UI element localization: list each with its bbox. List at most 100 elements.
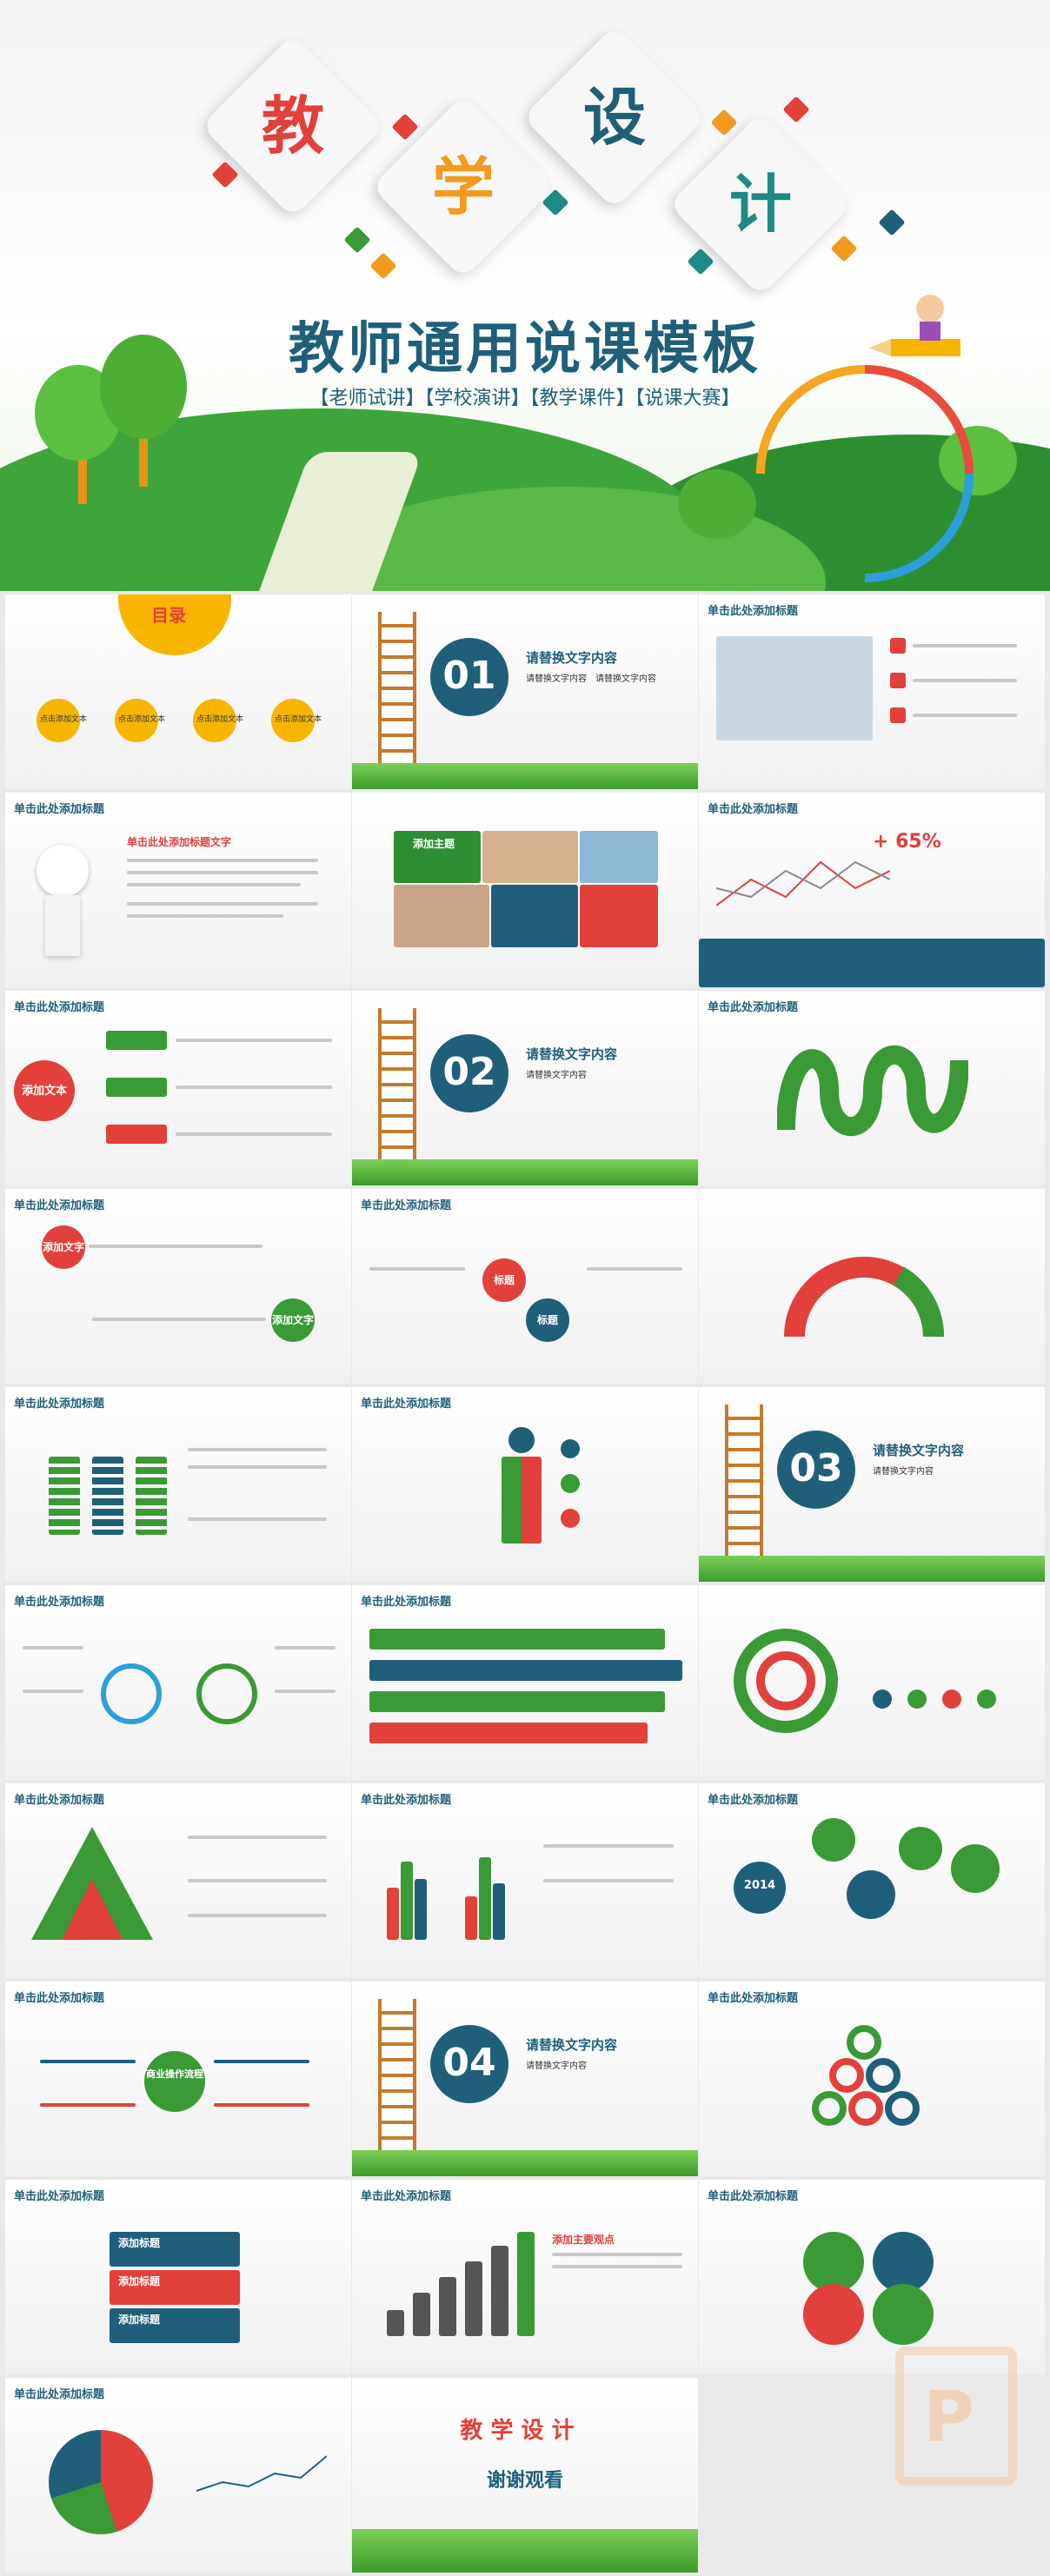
list-icon [890,673,906,688]
slide-header: 单击此处添加标题 [361,1199,452,1212]
slide-header: 单击此处添加标题 [14,1794,105,1807]
add-title-text: 单击此处添加标题文字 [127,836,232,848]
ladder-icon [378,1999,416,2164]
slide-header: 单击此处添加标题 [708,1794,799,1807]
slide-semi-donut[interactable] [699,1189,1045,1384]
bike-wheel [196,1663,257,1724]
toc-item: 点击添加文本 [40,715,88,724]
slide-bar-icons[interactable]: 单击此处添加标题 [5,1387,351,1582]
slide-toc[interactable]: 目录 点击添加文本 点击添加文本 点击添加文本 点击添加文本 [5,594,351,789]
slide-illustration-list[interactable]: 单击此处添加标题 [699,594,1045,789]
thanks-text: 谢谢观看 [486,2470,563,2492]
grass-strip [699,1556,1045,1582]
slide-section-03[interactable]: 03 请替换文字内容 请替换文字内容 [699,1387,1045,1582]
grass-strip [352,763,698,789]
ladder-icon [725,1404,763,1570]
title-char-2: 学 [431,150,495,223]
photo-placeholder [580,831,658,883]
slide-ring-cluster[interactable]: 单击此处添加标题 [699,1982,1045,2176]
slide-center-boxes[interactable]: 单击此处添加标题 添加标题 添加标题 添加标题 [5,2180,351,2374]
flow-center: 商业操作流程 [146,2068,203,2080]
title-char-4: 计 [728,168,792,241]
cycle-title: 标题 [536,1314,558,1326]
slide-growth-bars[interactable]: 单击此处添加标题 添加主要观点 [352,2180,698,2374]
slide-pyramid[interactable]: 单击此处添加标题 [5,1783,351,1978]
toc-item: 点击添加文本 [275,715,322,724]
cycle-title: 标题 [493,1274,515,1286]
section-sub: 请替换文字内容 [873,1467,934,1477]
slide-header: 单击此处添加标题 [14,1001,105,1014]
deco-square [878,209,906,236]
deco-square [343,226,371,254]
bush-icon [678,469,756,539]
person-head [508,1427,535,1453]
slide-flow[interactable]: 单击此处添加标题 商业操作流程 [5,1982,351,2176]
bike-wheel [101,1663,162,1724]
slide-line-chart[interactable]: 单击此处添加标题 + 65% [699,793,1045,987]
figure-body [45,895,80,956]
slide-header: 单击此处添加标题 [14,2388,105,2401]
section-number: 02 [442,1050,496,1094]
section-number: 03 [789,1446,843,1490]
slide-donut-icons[interactable] [699,1585,1045,1780]
slide-thanks[interactable]: 教 学 设 计 谢谢观看 [352,2378,698,2573]
slide-quadrant[interactable]: 单击此处添加标题 [699,2180,1045,2374]
slide-bubbles[interactable]: 单击此处添加标题 2014 [699,1783,1045,1978]
figure-icon [37,845,89,897]
slide-header: 单击此处添加标题 [14,1992,105,2005]
ladder-icon [378,612,416,777]
title-char-3: 设 [582,81,646,154]
subtitle-tags: 【老师试讲】【学校演讲】【教学课件】【说课大赛】 [309,388,741,409]
growth-percent: + 65% [873,831,941,853]
slide-cycle[interactable]: 单击此处添加标题 标题 标题 [352,1189,698,1384]
slide-person-chart[interactable]: 单击此处添加标题 [352,1387,698,1582]
slide-section-04[interactable]: 04 请替换文字内容 请替换文字内容 [352,1982,698,2176]
deco-square [710,109,738,136]
slide-section-01[interactable]: 01 请替换文字内容 请替换文字内容 请替换文字内容 [352,594,698,789]
add-text-label: 添加文字 [271,1314,314,1326]
zigzag-graphic [777,1045,968,1137]
person-body [502,1457,542,1544]
slide-section-02[interactable]: 02 请替换文字内容 请替换文字内容 [352,991,698,1185]
section-title: 请替换文字内容 [526,650,618,666]
photo-placeholder [482,831,578,883]
slide-timeline-text[interactable]: 单击此处添加标题 添加文字 添加文字 [5,1189,351,1384]
slide-header: 单击此处添加标题 [14,1199,105,1212]
slide-arrow-bars[interactable]: 单击此处添加标题 [352,1585,698,1780]
slide-header: 单击此处添加标题 [361,1794,452,1807]
footer-band [699,939,1045,987]
list-icon [890,707,906,723]
semi-donut-graphic [784,1257,945,1338]
slide-header: 单击此处添加标题 [361,2190,452,2203]
title-slide: 教 学 设 计 教师通用说课模板 【老师试讲】【学校演讲】【教学课件】【说课大赛… [0,0,1050,591]
add-text-label: 添加文本 [21,1085,67,1098]
slide-header: 单击此处添加标题 [14,1596,105,1609]
section-number: 01 [442,654,496,698]
slide-add-text-list[interactable]: 单击此处添加标题 添加文本 [5,991,351,1185]
add-text-label: 添加文字 [42,1241,84,1253]
slide-figure-text[interactable]: 单击此处添加标题 单击此处添加标题文字 [5,793,351,987]
slide-header: 单击此处添加标题 [708,605,799,618]
text-box [491,885,578,947]
slide-header: 单击此处添加标题 [361,1398,452,1411]
illustration-placeholder [716,636,873,740]
slide-zigzag[interactable]: 单击此处添加标题 [699,991,1045,1185]
section-title: 请替换文字内容 [873,1443,965,1458]
ladder-icon [378,1008,416,1173]
main-title: 教师通用说课模板 [289,317,761,382]
section-sub: 请替换文字内容 [526,1071,587,1080]
deco-square [830,235,858,262]
slide-bar-chart[interactable]: 单击此处添加标题 [352,1783,698,1978]
slide-bicycle[interactable]: 单击此处添加标题 [5,1585,351,1780]
slide-photo-collage[interactable]: 添加主题 [352,793,698,987]
slide-pie-line[interactable]: 单击此处添加标题 [5,2378,351,2573]
line-chart-graphic [716,860,890,906]
slide-header: 单击此处添加标题 [708,1992,799,2005]
box-title: 添加标题 [118,2237,161,2249]
grass-strip [352,2529,698,2573]
year-label: 2014 [743,1879,776,1892]
slide-header: 单击此处添加标题 [14,1398,105,1411]
donut-ring [756,1651,815,1710]
deco-square [782,96,810,123]
theme-label: 添加主题 [413,838,455,850]
